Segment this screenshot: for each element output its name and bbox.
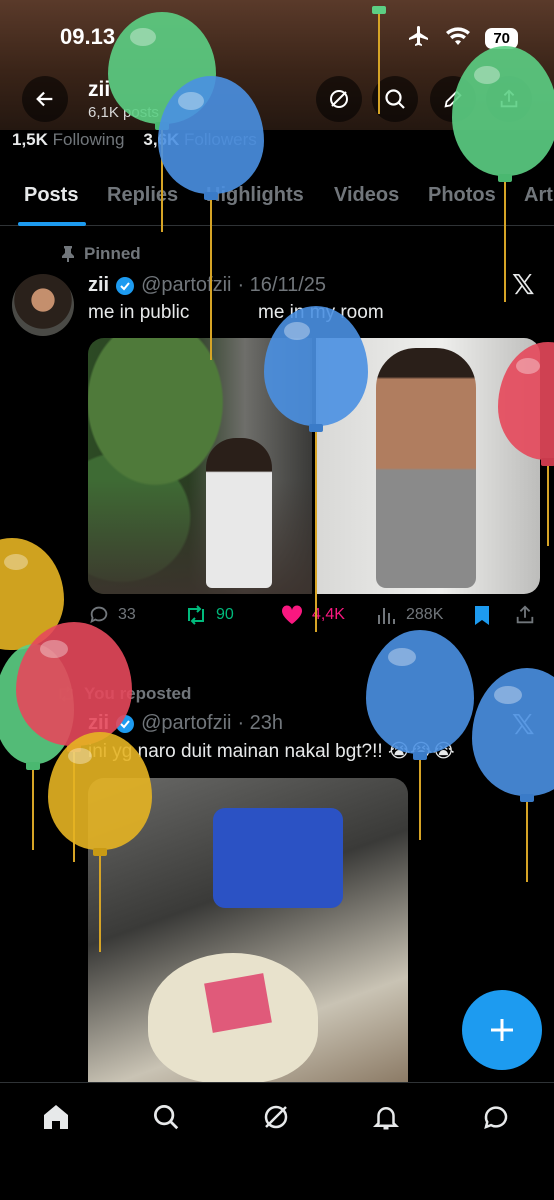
profile-post-count: 6,1K posts [88,104,159,121]
photo-subject [376,348,476,588]
back-button[interactable] [22,76,68,122]
share-icon [516,605,534,624]
reply-button[interactable]: 33 [88,604,136,626]
photo-tape-dispenser [213,808,343,908]
photo-public[interactable] [88,338,312,594]
tab-highlights[interactable]: Highlights [206,184,304,207]
status-time: 09.13 [60,24,116,49]
pinned-label: Pinned [60,244,141,264]
view-count: 288K [406,606,444,623]
wifi-icon [445,25,471,52]
share-post-button[interactable] [514,604,536,626]
pin-icon [62,246,74,262]
post-actions: 33 90 4,4K 288K [88,604,540,634]
grok-button[interactable] [316,76,362,122]
photo-subject [206,438,272,588]
tab-replies[interactable]: Replies [107,184,178,207]
search-icon [385,89,405,109]
nav-messages[interactable] [478,1099,514,1135]
repost-button[interactable]: 90 [184,604,234,626]
nav-search[interactable] [148,1099,184,1135]
nav-notifications[interactable] [368,1099,404,1135]
x-logo-icon: 𝕏 [512,269,535,300]
plus-icon [491,1019,513,1041]
heart-icon [281,605,303,624]
status-icons: 70 [407,24,518,53]
reply-icon [90,606,108,624]
nav-home[interactable] [38,1099,74,1135]
grok-icon [330,90,348,108]
author-handle: @partofzii [141,712,232,734]
views-button[interactable]: 288K [376,604,443,626]
share-icon [500,89,518,108]
like-button[interactable]: 4,4K [280,604,345,626]
tab-videos[interactable]: Videos [334,184,399,207]
tab-photos[interactable]: Photos [428,184,496,207]
x-logo-icon: 𝕏 [512,709,535,740]
tab-articles[interactable]: Art [524,184,553,207]
verified-icon [116,714,135,733]
reply-count: 33 [118,606,136,623]
nav-grok[interactable] [258,1099,294,1135]
avatar[interactable] [12,274,74,336]
back-arrow-icon [36,91,53,107]
author-handle: @partofzii [141,274,232,296]
following-label[interactable]: Following [53,130,125,149]
tab-posts[interactable]: Posts [24,184,78,207]
photo-room[interactable] [316,338,540,594]
followers-count[interactable]: 3,6K [143,130,179,149]
reposted-text: You reposted [84,684,192,703]
profile-header: 09.13 70 zii 6,1K posts [0,0,554,130]
post-date: · 16/11/25 [237,274,327,296]
airplane-icon [407,24,431,53]
follow-stats: 1,5K Following 3,6K Followers [12,130,257,150]
following-count[interactable]: 1,5K [12,130,48,149]
bookmark-icon [475,606,489,625]
followers-label[interactable]: Followers [184,130,257,149]
edit-button[interactable] [430,76,476,122]
repost-icon [188,605,204,625]
repost-count: 90 [216,606,234,623]
compose-button[interactable] [462,990,542,1070]
messages-icon [484,1106,508,1130]
home-icon [44,1105,68,1129]
post-media[interactable] [88,338,540,594]
reposted-label: You reposted [56,684,191,704]
post-media[interactable] [88,778,408,1082]
views-icon [378,608,395,624]
post-text: me in public me in my room [88,302,384,323]
post-date: · 23h [237,712,284,734]
profile-name: zii [88,78,111,101]
grok-icon [264,1105,288,1129]
pinned-text: Pinned [84,244,141,263]
post-author[interactable]: zii @partofzii · 16/11/25 [88,274,326,297]
bookmark-button[interactable] [472,604,492,626]
post-text: ini yg naro duit mainan nakal bgt?!! 😭😭😭 [88,741,455,762]
notifications-icon [372,1107,400,1130]
status-bar: 09.13 70 [0,0,554,70]
battery-indicator: 70 [485,28,518,49]
share-button[interactable] [486,76,532,122]
repost-icon [59,686,73,702]
author-name: zii [88,712,110,734]
photo-banknote [204,973,272,1033]
active-tab-indicator [18,222,86,226]
bottom-navigation [0,1082,554,1200]
author-name: zii [88,274,110,296]
verified-icon [116,276,135,295]
profile-tabs: Posts Replies Highlights Videos Photos A… [0,170,554,226]
search-icon [154,1105,179,1130]
search-button[interactable] [372,76,418,122]
post-author[interactable]: zii @partofzii · 23h [88,712,283,735]
edit-icon [444,90,462,108]
like-count: 4,4K [312,606,345,623]
